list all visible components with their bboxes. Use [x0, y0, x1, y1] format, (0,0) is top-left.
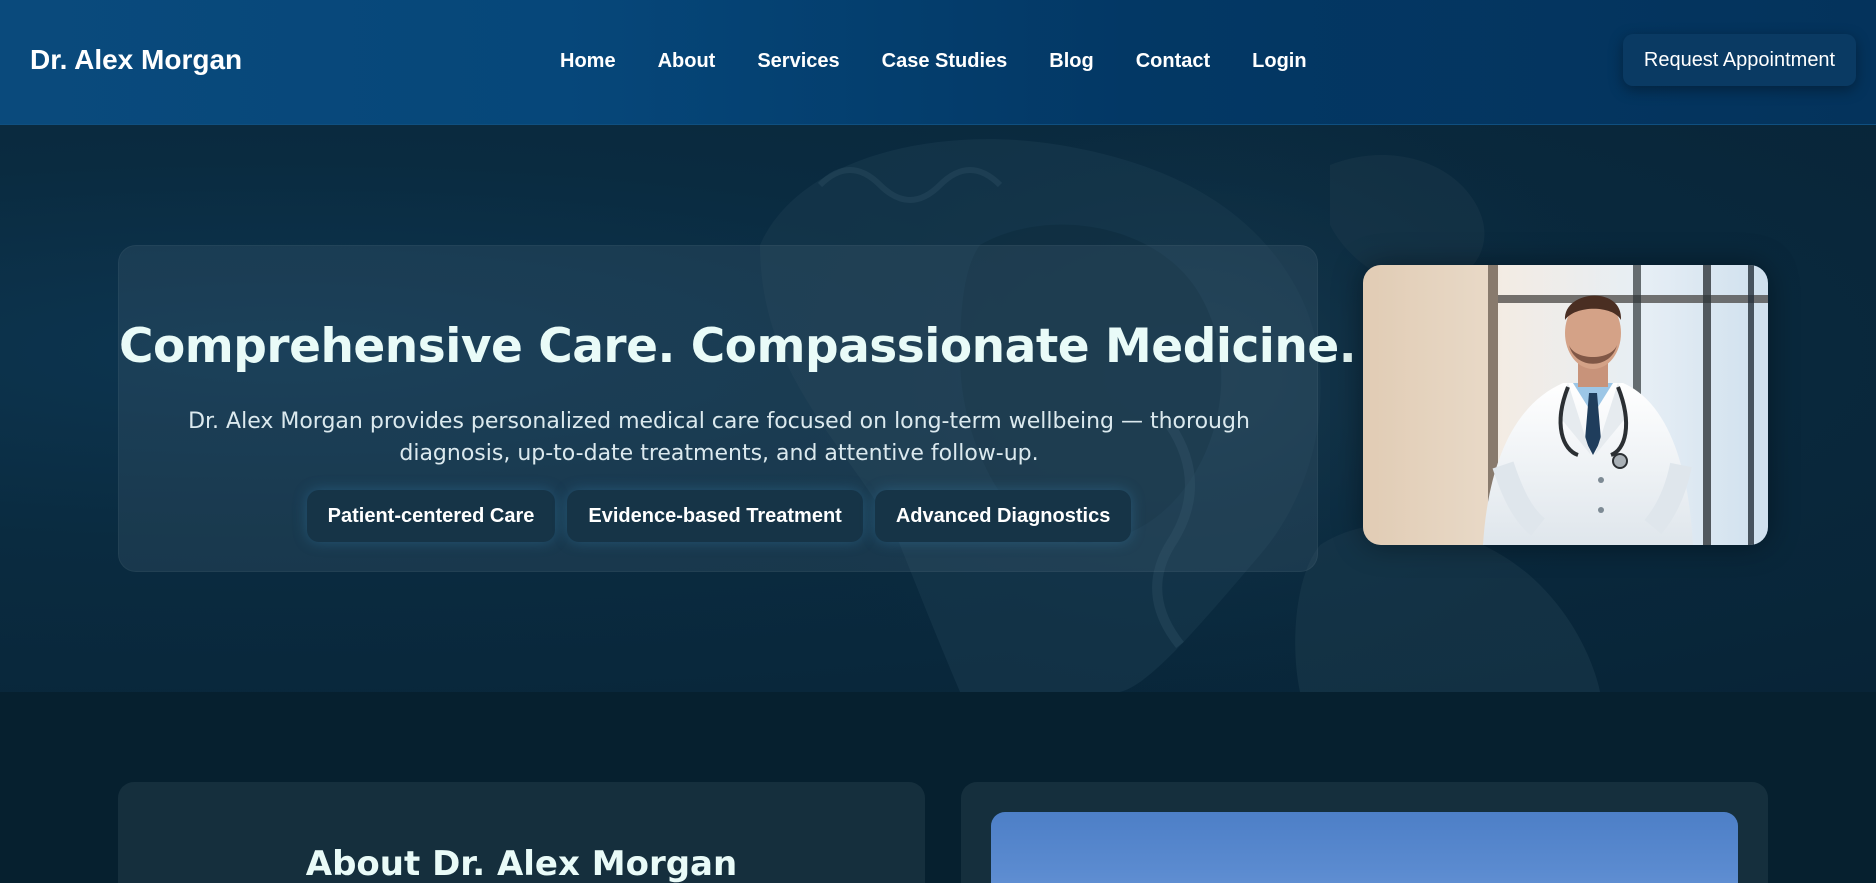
request-appointment-button[interactable]: Request Appointment	[1623, 34, 1856, 86]
nav-contact[interactable]: Contact	[1136, 50, 1210, 78]
feature-chips: Patient-centered Care Evidence-based Tre…	[119, 490, 1319, 542]
chip-advanced-diagnostics[interactable]: Advanced Diagnostics	[874, 490, 1132, 542]
doctor-portrait-image	[1363, 265, 1768, 545]
main-nav: Home About Services Case Studies Blog Co…	[560, 50, 1349, 78]
chip-patient-centered-care[interactable]: Patient-centered Care	[306, 490, 556, 542]
hero-title: Comprehensive Care. Compassionate Medici…	[119, 319, 1357, 374]
hero-section: Comprehensive Care. Compassionate Medici…	[0, 125, 1876, 692]
site-header: Dr. Alex Morgan Home About Services Case…	[0, 0, 1876, 125]
nav-case-studies[interactable]: Case Studies	[882, 50, 1008, 78]
nav-services[interactable]: Services	[757, 50, 839, 78]
nav-blog[interactable]: Blog	[1049, 50, 1093, 78]
hero-card: Comprehensive Care. Compassionate Medici…	[118, 245, 1357, 572]
brand-logo-text[interactable]: Dr. Alex Morgan	[30, 44, 242, 76]
about-card: About Dr. Alex Morgan	[118, 782, 925, 883]
doctor-portrait-illustration	[1363, 265, 1768, 545]
nav-home[interactable]: Home	[560, 50, 616, 78]
nav-login[interactable]: Login	[1252, 50, 1306, 78]
about-image	[991, 812, 1738, 883]
about-title: About Dr. Alex Morgan	[305, 844, 738, 883]
about-image-card	[961, 782, 1768, 883]
nav-about[interactable]: About	[658, 50, 716, 78]
chip-evidence-based-treatment[interactable]: Evidence-based Treatment	[567, 490, 863, 542]
hero-subtitle: Dr. Alex Morgan provides personalized me…	[188, 409, 1250, 466]
